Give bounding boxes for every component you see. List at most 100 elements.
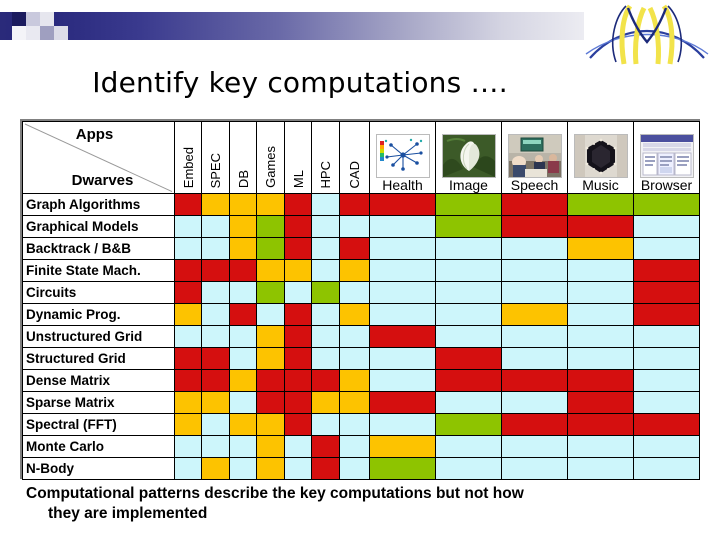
matrix-cell [501,259,568,282]
column-header-hpc[interactable]: HPC [311,121,340,194]
column-header-games[interactable]: Games [256,121,285,194]
matrix-cell [435,325,502,348]
matrix-cell [501,215,568,238]
matrix-cell [284,347,312,370]
matrix-cell [339,215,370,238]
column-header-image[interactable]: Image [435,121,502,194]
matrix-cell [201,457,230,480]
matrix-cell [284,281,312,304]
matrix-cell [284,215,312,238]
matrix-cell [229,391,257,414]
column-header-label: Speech [510,177,559,193]
matrix-cell [435,281,502,304]
column-header-music[interactable]: Music [567,121,634,194]
table-row: Dense Matrix [22,369,700,392]
column-header-db[interactable]: DB [229,121,257,194]
matrix-cell [201,325,230,348]
column-header-label: Browser [640,177,693,193]
matrix-cell [284,391,312,414]
matrix-cell [229,413,257,436]
matrix-cell [633,347,700,370]
matrix-cell [633,391,700,414]
matrix-cell [567,435,634,458]
matrix-cell [311,259,340,282]
column-header-label: Games [263,146,278,188]
matrix-cell [369,259,436,282]
slide-caption: Computational patterns describe the key … [26,484,696,524]
matrix-cell [339,435,370,458]
matrix-cell [369,281,436,304]
matrix-cell [567,259,634,282]
matrix-cell [311,413,340,436]
column-header-ml[interactable]: ML [284,121,312,194]
matrix-cell [435,193,502,216]
column-header-label: DB [235,169,251,188]
column-header-cad[interactable]: CAD [339,121,370,194]
matrix-cell [633,303,700,326]
matrix-cell [633,413,700,436]
matrix-cell [229,457,257,480]
matrix-cell [339,281,370,304]
matrix-cell [256,325,285,348]
matrix-cell [567,369,634,392]
column-header-browser[interactable]: Browser [633,121,700,194]
matrix-body: Graph Algorithms Graphical Models Backtrac… [22,193,700,480]
web-browser-window-thumbnail [639,134,694,178]
matrix-cell [633,215,700,238]
matrix-cell [311,435,340,458]
matrix-cell [369,391,436,414]
column-header-spec[interactable]: SPEC [201,121,230,194]
matrix-cell [339,413,370,436]
white-flower-photo-thumbnail [441,134,496,178]
matrix-cell [369,193,436,216]
column-header-health[interactable]: Health [369,121,436,194]
matrix-cell [229,215,257,238]
table-row: Spectral (FFT) [22,413,700,436]
matrix-cell [339,193,370,216]
matrix-cell [435,215,502,238]
matrix-cell [229,347,257,370]
matrix-cell [201,237,230,260]
matrix-cell [311,215,340,238]
row-label-unstructured-grid: Unstructured Grid [22,325,175,348]
dark-wreath-photo-thumbnail [573,134,628,178]
matrix-cell [501,237,568,260]
matrix-cell [435,259,502,282]
matrix-cell [435,369,502,392]
caption-line-2: they are implemented [48,505,208,522]
matrix-cell [501,347,568,370]
meeting-room-photo-thumbnail [507,134,562,178]
matrix-cell [567,325,634,348]
column-header-embed[interactable]: Embed [174,121,202,194]
matrix-cell [284,193,312,216]
table-row: Dynamic Prog. [22,303,700,326]
matrix-cell [201,435,230,458]
matrix-cell [284,457,312,480]
row-label-graphical-models: Graphical Models [22,215,175,238]
matrix-cell [284,413,312,436]
matrix-corner-header: Apps Dwarves [22,121,175,194]
row-label-spectral-fft-: Spectral (FFT) [22,413,175,436]
apps-axis-label: Apps [75,126,114,143]
matrix-cell [501,369,568,392]
slide-title: Identify key computations …. [92,66,508,99]
header-square-decoration [12,26,26,40]
column-header-label: ML [290,169,306,188]
matrix-cell [369,347,436,370]
matrix-cell [567,391,634,414]
matrix-cell [174,325,202,348]
matrix-cell [339,237,370,260]
column-header-label: SPEC [208,152,223,188]
matrix-cell [369,325,436,348]
matrix-cell [369,413,436,436]
matrix-cell [369,369,436,392]
table-row: Graph Algorithms [22,193,700,216]
row-label-circuits: Circuits [22,281,175,304]
row-label-monte-carlo: Monte Carlo [22,435,175,458]
matrix-cell [435,391,502,414]
matrix-cell [435,457,502,480]
column-header-speech[interactable]: Speech [501,121,568,194]
matrix-cell [256,303,285,326]
table-row: Backtrack / B&B [22,237,700,260]
matrix-cell [174,281,202,304]
